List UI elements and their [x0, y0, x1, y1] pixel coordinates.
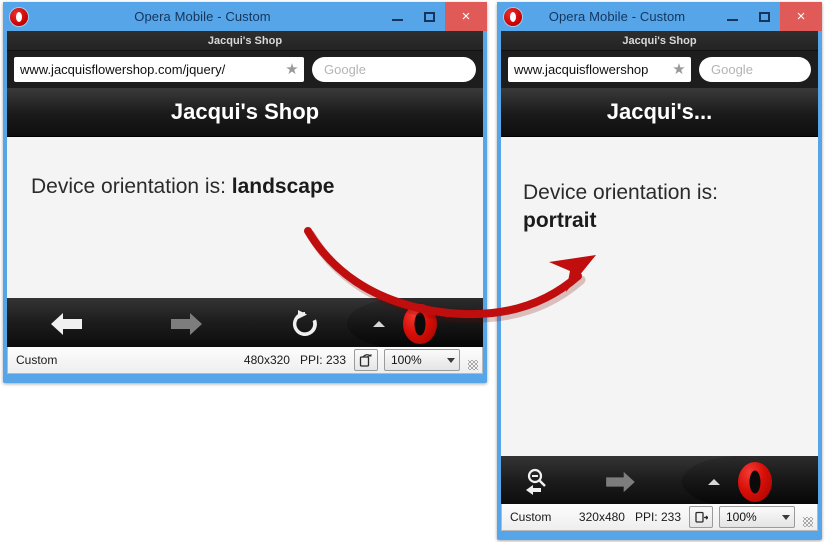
forward-button[interactable]	[580, 456, 659, 504]
opera-mobile-window-portrait[interactable]: Opera Mobile - Custom × Jacqui's Shop ww…	[497, 2, 822, 540]
url-text: www.jacquisflowershop	[514, 62, 649, 77]
minimize-icon	[391, 18, 403, 21]
minimize-button[interactable]	[381, 2, 413, 31]
maximize-icon	[423, 11, 435, 22]
forward-arrow-icon	[606, 471, 635, 492]
maximize-button[interactable]	[413, 2, 445, 31]
device-resolution: 480x320	[243, 353, 290, 367]
device-name: Custom	[16, 353, 58, 367]
emulator-status-bar: Custom 480x320 PPI: 233 100%	[7, 347, 483, 374]
close-button[interactable]: ×	[780, 2, 822, 31]
star-icon[interactable]: ★	[669, 62, 689, 77]
rotate-to-landscape-icon	[695, 511, 708, 523]
search-input[interactable]: Google	[699, 57, 811, 82]
resize-grip[interactable]	[803, 517, 813, 527]
opera-logo-icon	[504, 7, 522, 26]
orientation-value: landscape	[231, 175, 335, 198]
opera-logo-icon[interactable]	[403, 303, 437, 344]
close-button[interactable]: ×	[445, 2, 487, 31]
window-title: Opera Mobile - Custom	[548, 9, 686, 24]
window-titlebar[interactable]: Opera Mobile - Custom ×	[3, 2, 487, 31]
opera-menu-area[interactable]	[682, 456, 818, 504]
page-site-header: Jacqui's...	[501, 88, 818, 137]
phone-screen: Jacqui's Shop www.jacquisflowershop.com/…	[7, 31, 483, 347]
url-text: www.jacquisflowershop.com/jquery/	[20, 62, 226, 77]
chevron-down-icon	[782, 514, 790, 520]
chevron-up-icon[interactable]	[708, 478, 720, 485]
zoom-level-select[interactable]: 100%	[384, 349, 460, 371]
back-arrow-icon	[50, 312, 82, 335]
minimize-icon	[726, 18, 738, 21]
window-controls: ×	[381, 2, 487, 31]
orientation-value: portrait	[523, 209, 597, 233]
search-input[interactable]: Google	[312, 57, 476, 82]
browser-url-bar: www.jacquisflowershop.com/jquery/ ★ Goog…	[7, 51, 483, 88]
browser-tab-label[interactable]: Jacqui's Shop	[7, 31, 483, 51]
window-controls: ×	[716, 2, 822, 31]
browser-url-bar: www.jacquisflowershop ★ Google	[501, 51, 818, 88]
device-name: Custom	[510, 510, 552, 524]
rotate-to-portrait-icon	[359, 354, 372, 367]
window-titlebar[interactable]: Opera Mobile - Custom ×	[497, 2, 822, 31]
zoom-level-select[interactable]: 100%	[719, 506, 795, 528]
maximize-icon	[758, 11, 770, 22]
opera-menu-area[interactable]	[347, 298, 483, 347]
zoom-level-value: 100%	[726, 510, 757, 524]
reload-icon	[292, 309, 317, 336]
forward-button[interactable]	[126, 298, 245, 347]
device-resolution: 320x480	[578, 510, 625, 524]
page-content: Device orientation is: landscape	[7, 137, 483, 298]
zoom-out-back-button[interactable]	[501, 456, 580, 504]
close-icon: ×	[461, 8, 471, 25]
opera-logo-icon	[10, 7, 28, 26]
opera-mobile-window-landscape[interactable]: Opera Mobile - Custom × Jacqui's Shop ww…	[3, 2, 487, 383]
device-ppi: PPI: 233	[634, 510, 681, 524]
phone-screen: Jacqui's Shop www.jacquisflowershop ★ Go…	[501, 31, 818, 504]
close-icon: ×	[796, 8, 806, 25]
page-site-header: Jacqui's Shop	[7, 88, 483, 137]
screenshot-root: Opera Mobile - Custom × Jacqui's Shop ww…	[0, 0, 825, 542]
emulator-status-bar: Custom 320x480 PPI: 233 100%	[501, 504, 818, 531]
rotate-device-button[interactable]	[354, 349, 378, 371]
star-icon[interactable]: ★	[282, 62, 302, 77]
resize-grip[interactable]	[468, 360, 478, 370]
url-input[interactable]: www.jacquisflowershop.com/jquery/ ★	[14, 57, 304, 82]
chevron-up-icon[interactable]	[373, 320, 385, 327]
minimize-button[interactable]	[716, 2, 748, 31]
rotate-device-button[interactable]	[689, 506, 713, 528]
browser-toolbar	[7, 298, 483, 347]
opera-logo-icon[interactable]	[738, 461, 772, 502]
device-ppi: PPI: 233	[299, 353, 346, 367]
back-button[interactable]	[7, 298, 126, 347]
maximize-button[interactable]	[748, 2, 780, 31]
orientation-prefix: Device orientation is:	[523, 181, 718, 204]
page-content: Device orientation is: portrait	[501, 137, 818, 456]
zoom-out-back-icon	[525, 468, 546, 495]
browser-tab-label[interactable]: Jacqui's Shop	[501, 31, 818, 51]
url-input[interactable]: www.jacquisflowershop ★	[508, 57, 691, 82]
zoom-level-value: 100%	[391, 353, 422, 367]
window-title: Opera Mobile - Custom	[134, 9, 271, 24]
orientation-statement: Device orientation is: portrait	[523, 179, 818, 236]
forward-arrow-icon	[170, 312, 202, 335]
orientation-statement: Device orientation is: landscape	[31, 173, 483, 201]
chevron-down-icon	[447, 357, 455, 363]
orientation-prefix: Device orientation is:	[31, 175, 232, 198]
browser-toolbar	[501, 456, 818, 504]
